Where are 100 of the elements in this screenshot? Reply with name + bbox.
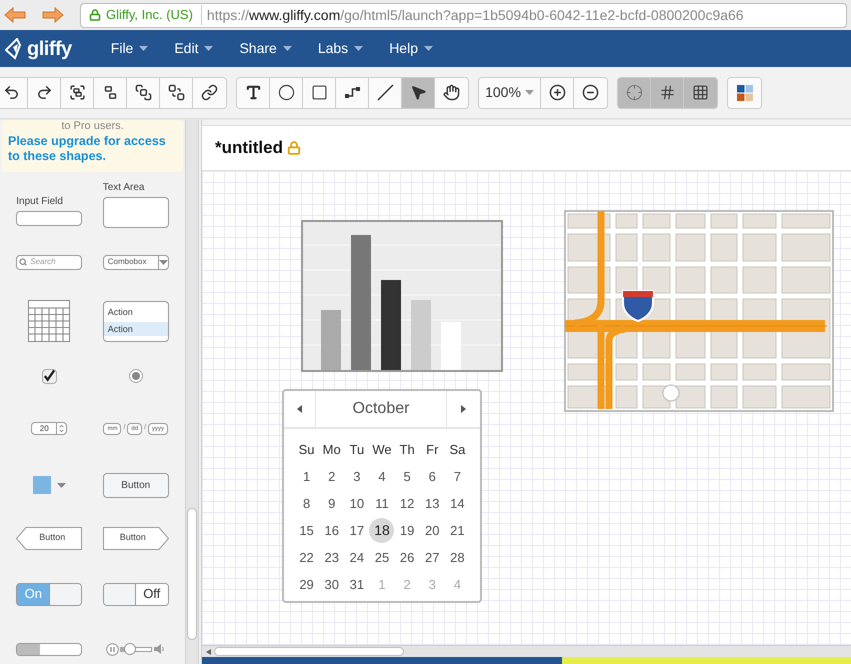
horizontal-scrollbar[interactable] (202, 645, 851, 657)
combobox-shape[interactable]: Combobox (102, 254, 169, 270)
calendar-day[interactable]: 22 (299, 548, 314, 568)
diagram-canvas[interactable]: October Su Mo Tu We Th Fr Sa 1 2 3 4 5 6 7 8 9 10 11 12 13 14 15 16 17 18 19 20 21 22 23 24 25 26 27 28 29 30 31 1 2 3 4 (202, 171, 851, 645)
calendar-day[interactable]: 25 (374, 548, 390, 568)
calendar-day[interactable]: 21 (450, 520, 465, 540)
zoom-in-tool[interactable] (541, 78, 574, 108)
connector-tool[interactable] (336, 78, 369, 108)
color-swatches-icon (736, 84, 754, 102)
calendar-day[interactable]: 6 (428, 466, 436, 486)
calendar-day[interactable]: 23 (324, 548, 339, 568)
snap-grid-icon (692, 84, 709, 101)
volume-slider[interactable] (120, 642, 152, 656)
calendar-day[interactable]: 10 (350, 494, 364, 514)
calendar-day[interactable]: 20 (425, 520, 440, 540)
spinner-arrows-icon (56, 423, 66, 434)
caret-icon (524, 90, 534, 95)
back-arrow-icon[interactable] (4, 7, 26, 23)
text-tool[interactable] (237, 78, 270, 108)
menu-item[interactable]: File (98, 38, 162, 59)
front-tool[interactable] (127, 78, 160, 108)
text-area-shape[interactable] (102, 197, 169, 228)
weekday-label: Sa (448, 441, 466, 459)
calendar-day[interactable]: 4 (378, 466, 386, 486)
back-tool[interactable] (160, 78, 193, 108)
undo-tool[interactable] (0, 78, 28, 108)
menu-item[interactable]: Edit (161, 38, 226, 59)
calendar-day[interactable]: 7 (454, 466, 462, 486)
scrollbar-thumb[interactable] (187, 508, 197, 640)
calendar-day[interactable]: 12 (400, 494, 414, 514)
checkbox-shape[interactable] (42, 368, 57, 384)
calendar-day[interactable]: 9 (328, 494, 336, 514)
back-button-shape[interactable]: Button (16, 526, 82, 550)
redo-tool[interactable] (28, 78, 61, 108)
logo-text: gliffy (27, 38, 72, 58)
number-spinner-shape[interactable]: 20 (31, 422, 68, 435)
table-icon (28, 300, 70, 342)
calendar-day[interactable]: 15 (299, 520, 314, 540)
snap-tool[interactable] (684, 78, 717, 108)
rectangle-tool[interactable] (303, 78, 336, 108)
caret-icon (354, 46, 364, 51)
notice-text: to Pro users. (60, 120, 125, 133)
calendar-day[interactable]: 28 (450, 548, 465, 568)
group-tool[interactable] (61, 78, 94, 108)
grid-tool[interactable] (651, 78, 684, 108)
link-tool[interactable] (193, 78, 226, 108)
toggle-switch-shape[interactable]: Off (102, 582, 169, 606)
forward-arrow-icon[interactable] (42, 7, 64, 23)
input-field-shape[interactable] (16, 211, 82, 226)
color-swatch[interactable] (32, 476, 51, 494)
calendar-day[interactable]: 24 (350, 548, 364, 568)
calendar-day[interactable]: 19 (400, 520, 414, 540)
calendar-day[interactable]: 16 (324, 520, 339, 540)
calendar-day[interactable]: 31 (350, 574, 364, 594)
line-icon (376, 84, 394, 101)
zoom-out-tool[interactable] (574, 78, 607, 108)
left-triangle-icon (297, 405, 302, 413)
address-bar[interactable]: Gliffy, Inc. (US) https://www.gliffy.com/go/html5/launch?app=1b5094b0-6042-11e2-bcfd-0800200c9a66 (80, 2, 847, 28)
calendar-day[interactable]: 14 (450, 494, 465, 514)
link-icon (201, 84, 218, 101)
calendar-day[interactable]: 3 (353, 466, 360, 486)
sidebar-scrollbar[interactable] (185, 120, 199, 664)
button-shape[interactable]: Button (102, 472, 169, 498)
calendar-day[interactable]: 2 (328, 466, 336, 486)
hand-tool[interactable] (435, 78, 468, 108)
menu-item[interactable]: Labs (304, 38, 376, 59)
menu-item[interactable]: Help (376, 38, 446, 59)
next-button-shape[interactable]: Button (102, 526, 169, 550)
calendar-day[interactable]: 27 (425, 548, 440, 568)
checkmark-icon (42, 369, 56, 383)
calendar-day[interactable]: 18 (369, 518, 394, 543)
calendar-day[interactable]: 11 (375, 494, 389, 514)
line-tool[interactable] (369, 78, 402, 108)
calendar-day[interactable]: 29 (299, 574, 314, 594)
ellipse-tool[interactable] (270, 78, 303, 108)
calendar-day[interactable]: 1 (302, 466, 310, 486)
month-title: October (352, 399, 410, 419)
connector-icon (344, 84, 360, 101)
grid-icon (658, 84, 676, 101)
calendar-day[interactable]: 8 (302, 494, 310, 514)
menu-item[interactable]: Share (226, 38, 305, 59)
list-item[interactable]: Action (104, 322, 168, 336)
calendar-day[interactable]: 13 (425, 494, 440, 514)
weekday-label: Mo (322, 441, 342, 459)
lock-icon (89, 9, 101, 21)
radio-shape[interactable] (128, 369, 143, 383)
pause-icon (106, 642, 120, 656)
slider-thumb[interactable] (124, 643, 136, 655)
speaker-icon (153, 643, 166, 655)
pointer-tool[interactable] (402, 78, 435, 108)
list-item[interactable]: Action (104, 304, 168, 318)
calendar-day[interactable]: 5 (404, 466, 411, 486)
caret-icon (282, 46, 292, 51)
calendar-day[interactable]: 26 (400, 548, 414, 568)
calendar-day[interactable]: 30 (324, 574, 339, 594)
scrollbar-thumb[interactable] (214, 647, 404, 656)
site-identity: Gliffy, Inc. (US) (106, 5, 202, 25)
ungroup-tool[interactable] (94, 78, 127, 108)
zoom-select[interactable]: 100% (479, 78, 541, 108)
calendar-day[interactable]: 17 (350, 520, 364, 540)
